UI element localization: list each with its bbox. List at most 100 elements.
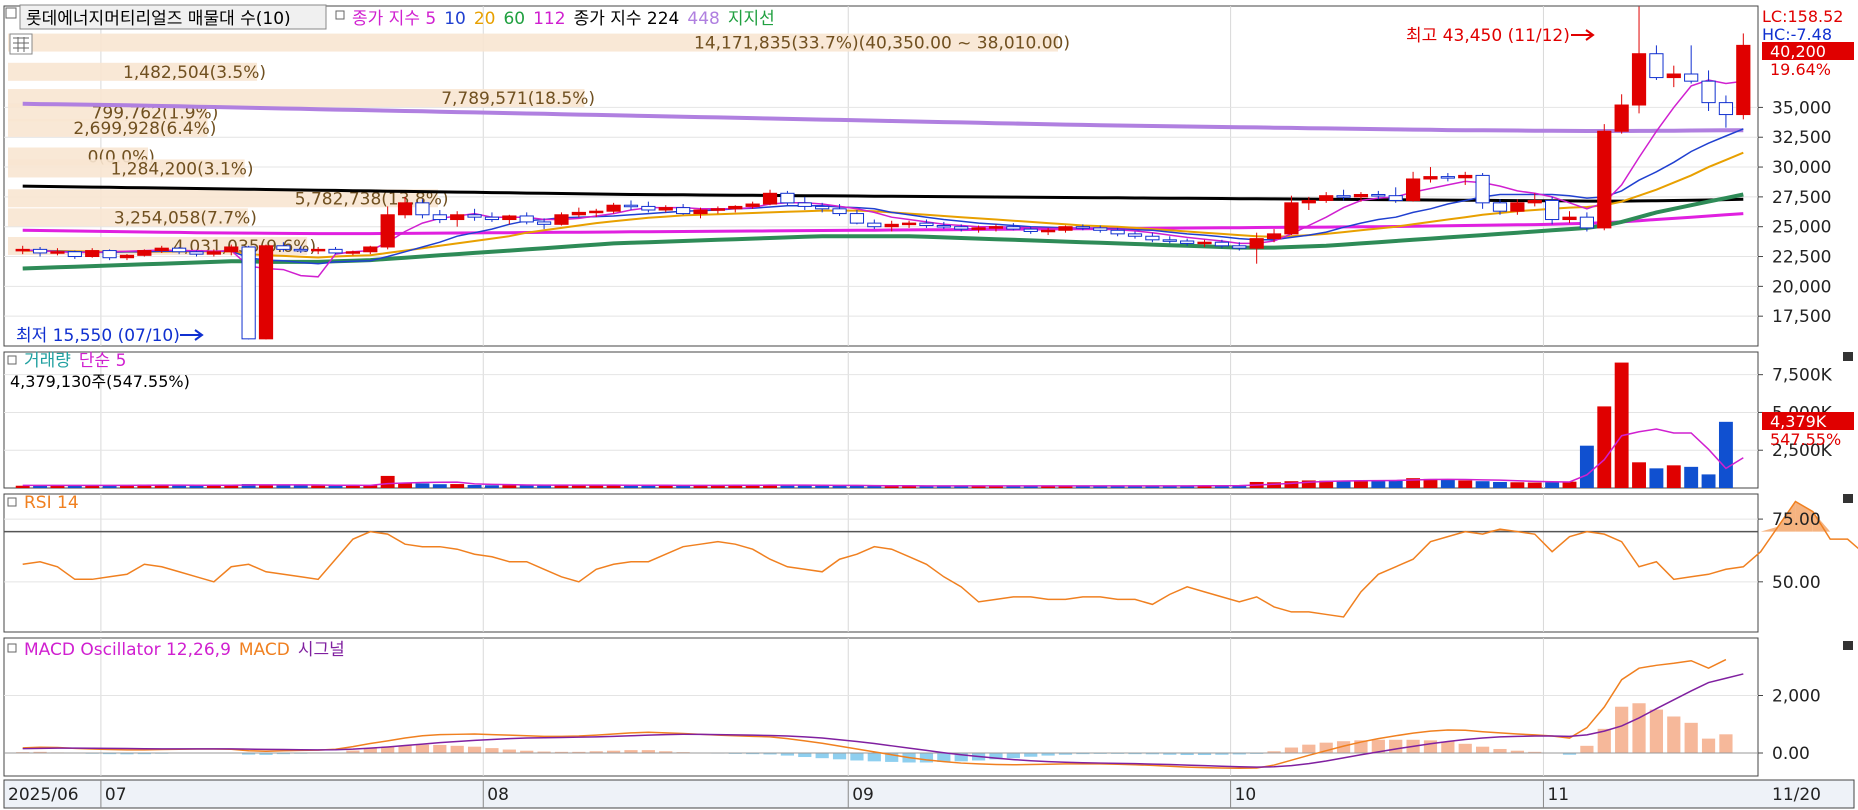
volume-bar[interactable] [484, 485, 499, 488]
candle[interactable] [397, 202, 413, 216]
macd-oscillator-bar[interactable] [1006, 753, 1020, 759]
candle[interactable] [502, 215, 517, 221]
candle[interactable] [867, 222, 882, 228]
candle[interactable] [1353, 193, 1369, 198]
candle[interactable] [15, 248, 30, 252]
candle[interactable] [380, 214, 395, 248]
candle[interactable] [1110, 229, 1125, 235]
macd-oscillator-bar[interactable] [832, 753, 847, 760]
candle[interactable] [988, 226, 1004, 229]
candle[interactable] [1562, 216, 1577, 221]
macd-oscillator-bar[interactable] [1423, 740, 1438, 753]
candle[interactable] [780, 192, 795, 204]
candle[interactable] [1336, 195, 1351, 198]
volume-bar[interactable] [1701, 474, 1716, 488]
candle[interactable] [415, 202, 430, 216]
volume-bar[interactable] [1527, 482, 1542, 488]
candle[interactable] [623, 204, 639, 208]
candle[interactable] [189, 251, 204, 255]
macd-oscillator-bar[interactable] [502, 749, 516, 753]
macd-oscillator-bar[interactable] [1284, 747, 1299, 753]
macd-oscillator-bar[interactable] [467, 746, 482, 753]
candle[interactable] [137, 250, 152, 256]
volume-bar[interactable] [1718, 421, 1733, 488]
candle[interactable] [450, 214, 465, 221]
candle[interactable] [710, 208, 725, 211]
candle[interactable] [1232, 245, 1247, 249]
volume-bar[interactable] [1371, 480, 1386, 488]
macd-oscillator-bar[interactable] [850, 753, 864, 761]
volume-bar[interactable] [415, 483, 430, 488]
candle[interactable] [1614, 104, 1629, 132]
candle[interactable] [1736, 44, 1751, 116]
candle[interactable] [658, 207, 673, 211]
volume-bar[interactable] [450, 484, 465, 488]
volume-bar[interactable] [432, 484, 447, 488]
candle[interactable] [276, 245, 291, 250]
candle[interactable] [1405, 178, 1421, 201]
volume-close-icon[interactable] [1843, 352, 1853, 361]
candle[interactable] [1527, 199, 1542, 204]
candle[interactable] [1371, 193, 1386, 197]
candle[interactable] [1684, 73, 1699, 82]
volume-bar[interactable] [328, 485, 343, 488]
candle[interactable] [1058, 226, 1073, 231]
candle[interactable] [1180, 240, 1195, 244]
candle[interactable] [206, 251, 221, 255]
macd-oscillator-bar[interactable] [1580, 745, 1594, 753]
volume-bar[interactable] [502, 485, 517, 488]
macd-oscillator-bar[interactable] [433, 744, 447, 753]
candle[interactable] [1301, 199, 1316, 204]
volume-bar[interactable] [1632, 462, 1646, 488]
candle[interactable] [50, 251, 65, 254]
volume-bar[interactable] [1579, 445, 1594, 488]
candle[interactable] [641, 205, 656, 211]
volume-bar[interactable] [467, 484, 482, 488]
candle[interactable] [884, 223, 899, 228]
candle[interactable] [154, 247, 169, 252]
candle[interactable] [1666, 73, 1681, 79]
volume-bar[interactable] [1545, 482, 1560, 488]
macd-oscillator-bar[interactable] [450, 745, 464, 753]
candle[interactable] [762, 192, 778, 205]
macd-oscillator-bar[interactable] [1615, 706, 1629, 753]
candle[interactable] [1510, 202, 1525, 212]
candle[interactable] [1145, 235, 1160, 241]
candle[interactable] [832, 208, 847, 215]
candle[interactable] [484, 216, 500, 221]
candle[interactable] [901, 222, 917, 226]
candle[interactable] [1023, 228, 1038, 232]
candle[interactable] [676, 207, 691, 215]
candle[interactable] [849, 213, 865, 224]
table-icon-button[interactable] [9, 33, 33, 55]
candle[interactable] [311, 248, 326, 252]
candle[interactable] [745, 203, 760, 207]
candle[interactable] [554, 214, 569, 225]
volume-bar[interactable] [1597, 406, 1612, 488]
macd-oscillator-bar[interactable] [815, 753, 829, 759]
candle[interactable] [728, 205, 743, 210]
volume-bar[interactable] [1440, 479, 1455, 488]
candle[interactable] [1492, 202, 1508, 212]
candle[interactable] [224, 246, 239, 253]
candle[interactable] [606, 204, 621, 212]
macd-oscillator-bar[interactable] [1458, 743, 1472, 753]
candle[interactable] [293, 248, 308, 252]
candle[interactable] [1423, 176, 1438, 180]
rsi-close-icon[interactable] [1843, 494, 1853, 503]
candle[interactable] [936, 225, 951, 228]
volume-bar[interactable] [1336, 480, 1351, 488]
candle[interactable] [536, 221, 552, 225]
macd-oscillator-bar[interactable] [1302, 744, 1316, 753]
candle[interactable] [971, 227, 986, 230]
candle[interactable] [102, 250, 117, 259]
candle[interactable] [589, 210, 604, 214]
macd-oscillator-bar[interactable] [798, 753, 812, 758]
candle[interactable] [32, 248, 48, 254]
volume-bar[interactable] [1649, 468, 1664, 488]
volume-bar[interactable] [380, 475, 395, 488]
candle[interactable] [328, 248, 343, 254]
volume-bar[interactable] [519, 485, 534, 488]
macd-oscillator-bar[interactable] [1441, 741, 1455, 754]
candle[interactable] [1197, 241, 1212, 245]
